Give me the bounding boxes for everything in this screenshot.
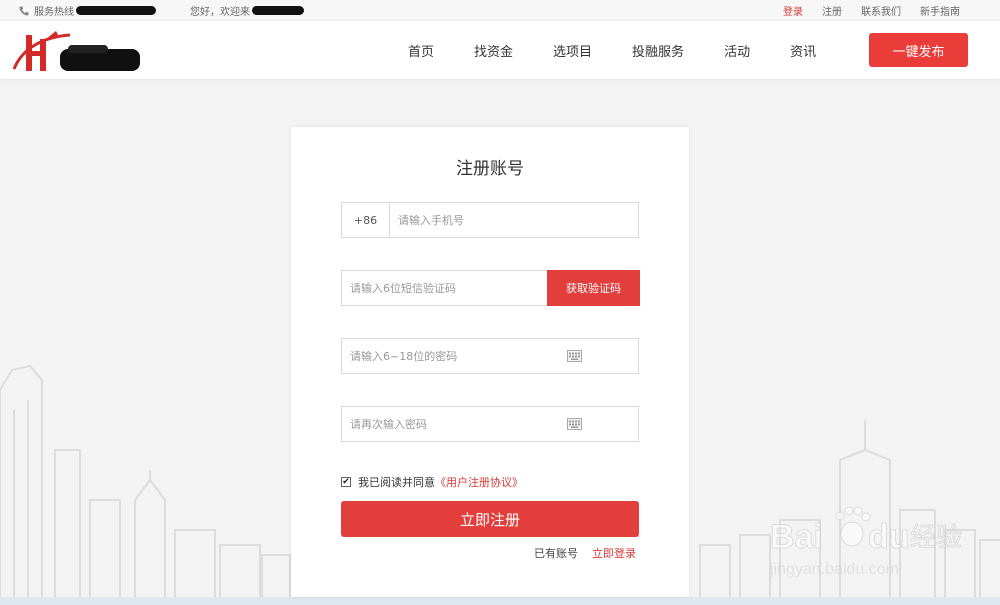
watermark-brand-cn: 经验 <box>910 523 962 553</box>
service-hotline: 服务热线 <box>18 3 156 18</box>
register-title: 注册账号 <box>456 159 524 179</box>
nav-item-investment-services[interactable]: 投融服务 <box>632 41 684 60</box>
agree-text: 我已阅读并同意 <box>358 476 435 489</box>
top-links: 登录 注册 联系我们 新手指南 <box>783 3 960 18</box>
top-utility-bar: 服务热线 您好，欢迎来 登录 注册 联系我们 新手指南 <box>0 0 1000 20</box>
welcome-message: 您好，欢迎来 <box>190 3 304 18</box>
baidu-jingyan-watermark: Bai du 经验 jingyan.baidu.com <box>770 506 963 578</box>
password-input[interactable] <box>350 339 550 373</box>
country-code-prefix[interactable]: +86 <box>342 203 390 237</box>
main-header: 首页 找资金 选项目 投融服务 活动 资讯 一键发布 <box>0 21 1000 79</box>
nav-item-find-funds[interactable]: 找资金 <box>474 41 513 60</box>
sms-code-field: 获取验证码 <box>341 270 640 306</box>
agreement-row: ✔ 我已阅读并同意 《用户注册协议》 <box>341 474 523 490</box>
phone-field: +86 <box>341 202 639 238</box>
nav-item-events[interactable]: 活动 <box>724 41 750 60</box>
get-sms-code-button[interactable]: 获取验证码 <box>547 270 640 306</box>
phone-input[interactable] <box>398 203 628 237</box>
phone-icon <box>19 6 29 15</box>
have-account-text: 已有账号 <box>534 547 578 560</box>
nav-item-news[interactable]: 资讯 <box>790 41 816 60</box>
main-nav: 首页 找资金 选项目 投融服务 活动 资讯 <box>408 21 816 79</box>
confirm-password-field <box>341 406 639 442</box>
bottom-strip <box>0 597 1000 605</box>
nav-item-select-projects[interactable]: 选项目 <box>553 41 592 60</box>
paw-icon <box>835 506 871 547</box>
watermark-url: jingyan.baidu.com <box>770 561 899 578</box>
password-field <box>341 338 639 374</box>
welcome-label: 您好，欢迎来 <box>190 7 250 18</box>
site-logo[interactable] <box>12 29 142 77</box>
watermark-brand: Bai <box>770 518 823 556</box>
top-contact-link[interactable]: 联系我们 <box>861 3 901 18</box>
register-submit-button[interactable]: 立即注册 <box>341 501 639 537</box>
user-agreement-link[interactable]: 《用户注册协议》 <box>435 474 523 490</box>
top-guide-link[interactable]: 新手指南 <box>920 3 960 18</box>
keyboard-icon[interactable] <box>567 418 582 430</box>
redacted-username <box>252 6 304 15</box>
register-card: 注册账号 +86 获取验证码 ✔ <box>291 127 689 597</box>
agree-checkbox[interactable]: ✔ <box>341 477 351 487</box>
confirm-password-input[interactable] <box>350 407 550 441</box>
top-register-link[interactable]: 注册 <box>822 3 842 18</box>
nav-item-home[interactable]: 首页 <box>408 41 434 60</box>
svg-text:du: du <box>868 518 910 556</box>
publish-button[interactable]: 一键发布 <box>869 33 968 67</box>
sms-code-input[interactable] <box>350 271 540 305</box>
keyboard-icon[interactable] <box>567 350 582 362</box>
hotline-label: 服务热线 <box>34 7 74 18</box>
top-login-link[interactable]: 登录 <box>783 3 803 18</box>
login-now-link[interactable]: 立即登录 <box>592 545 636 561</box>
redacted-phone-number <box>76 6 156 15</box>
